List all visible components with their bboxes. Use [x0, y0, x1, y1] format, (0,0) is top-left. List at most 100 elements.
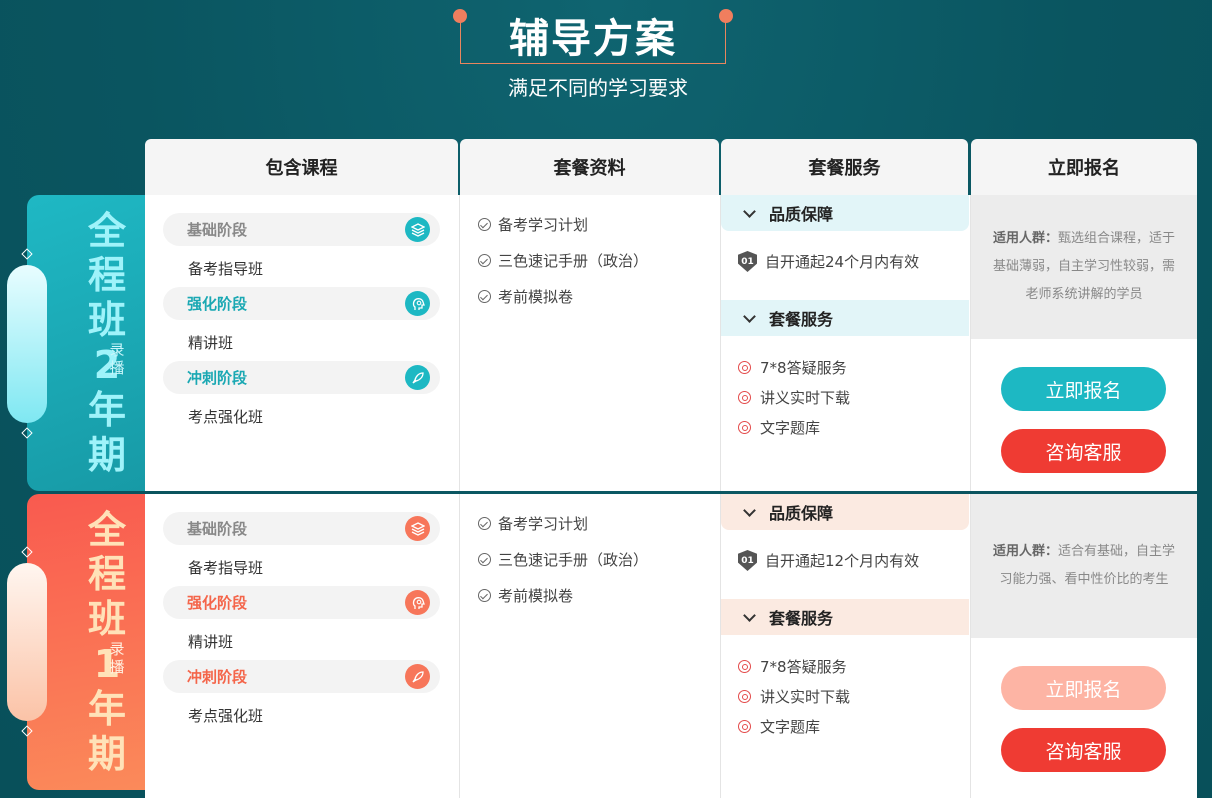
material-item: 备考学习计划 — [478, 513, 588, 534]
brain-icon — [405, 291, 430, 316]
stage-label: 强化阶段 — [187, 594, 248, 612]
chevron-down-icon — [743, 205, 756, 218]
section-title: 辅导方案 — [453, 0, 733, 66]
divider — [720, 494, 721, 798]
suitable-audience: 适用人群：适合有基础，自主学习能力强、看中性价比的考生 — [971, 494, 1197, 638]
title-text: 辅导方案 — [509, 16, 677, 62]
course-name: 精讲班 — [188, 334, 234, 352]
divider — [459, 494, 460, 798]
brain-icon — [405, 590, 430, 615]
material-item: 考前模拟卷 — [478, 286, 573, 307]
header-services: 套餐服务 — [721, 139, 968, 195]
suitable-label: 适用人群： — [992, 231, 1058, 246]
medal-icon — [738, 361, 751, 374]
shield-icon: 01 — [738, 550, 757, 571]
service-item: 文字题库 — [738, 417, 820, 438]
course-name: 精讲班 — [188, 633, 234, 651]
stage-label: 基础阶段 — [187, 520, 248, 538]
layers-icon — [405, 516, 430, 541]
material-item: 备考学习计划 — [478, 214, 588, 235]
service-item: 文字题库 — [738, 716, 820, 737]
header-materials: 套餐资料 — [460, 139, 719, 195]
material-item: 三色速记手册（政治） — [478, 549, 648, 570]
medal-icon — [738, 421, 751, 434]
divider — [720, 195, 721, 491]
service-header: 套餐服务 — [721, 300, 969, 336]
section-subtitle: 满足不同的学习要求 — [508, 76, 688, 100]
plan-pill-2 — [7, 563, 47, 721]
chevron-down-icon — [743, 310, 756, 323]
service-label: 7*8答疑服务 — [760, 658, 847, 676]
check-circle-icon — [478, 553, 491, 566]
course-name: 考点强化班 — [188, 707, 264, 725]
header-courses: 包含课程 — [145, 139, 458, 195]
material-label: 备考学习计划 — [498, 515, 589, 533]
rocket-icon — [405, 365, 430, 390]
stage-pill-sprint: 冲刺阶段 — [163, 361, 440, 394]
material-label: 考前模拟卷 — [498, 288, 574, 306]
material-label: 考前模拟卷 — [498, 587, 574, 605]
quality-header: 品质保障 — [721, 195, 969, 231]
service-label: 讲义实时下载 — [760, 389, 851, 407]
check-circle-icon — [478, 517, 491, 530]
stage-pill-basic: 基础阶段 — [163, 213, 440, 246]
stage-label: 基础阶段 — [187, 221, 248, 239]
plan-name-char: 班 — [87, 298, 126, 342]
chevron-down-icon — [743, 504, 756, 517]
stage-label: 冲刺阶段 — [187, 369, 248, 387]
plan-name-char: 程 — [87, 253, 126, 297]
suitable-audience: 适用人群：甄选组合课程，适于基础薄弱，自主学习性较弱，需老师系统讲解的学员 — [971, 195, 1197, 339]
enroll-button[interactable]: 立即报名 — [1001, 666, 1166, 710]
plan-name-char: 全 — [87, 209, 126, 253]
service-label: 文字题库 — [760, 419, 821, 437]
plan-mode-char: 录 — [109, 341, 125, 359]
stage-pill-sprint: 冲刺阶段 — [163, 660, 440, 693]
consult-button[interactable]: 咨询客服 — [1001, 429, 1166, 473]
plan-name-char: 期 — [87, 433, 126, 477]
course-name: 备考指导班 — [188, 260, 264, 278]
material-label: 三色速记手册（政治） — [498, 252, 649, 270]
plan-mode-char: 播 — [109, 359, 125, 377]
plan-name-char: 班 — [87, 597, 126, 641]
service-item: 7*8答疑服务 — [738, 357, 847, 378]
service-item: 7*8答疑服务 — [738, 656, 847, 677]
service-label: 文字题库 — [760, 718, 821, 736]
check-circle-icon — [478, 218, 491, 231]
check-circle-icon — [478, 290, 491, 303]
quality-title: 品质保障 — [769, 205, 834, 224]
medal-icon — [738, 660, 751, 673]
consult-button[interactable]: 咨询客服 — [1001, 728, 1166, 772]
service-item: 讲义实时下载 — [738, 387, 850, 408]
check-circle-icon — [478, 254, 491, 267]
stage-pill-basic: 基础阶段 — [163, 512, 440, 545]
plan-pill-1 — [7, 265, 47, 423]
service-title: 套餐服务 — [769, 609, 834, 628]
layers-icon — [405, 217, 430, 242]
material-item: 考前模拟卷 — [478, 585, 573, 606]
service-item: 讲义实时下载 — [738, 686, 850, 707]
stage-label: 冲刺阶段 — [187, 668, 248, 686]
enroll-button[interactable]: 立即报名 — [1001, 367, 1166, 411]
plan-mode-char: 录 — [109, 640, 125, 658]
suitable-label: 适用人群： — [992, 544, 1058, 559]
header-enroll: 立即报名 — [971, 139, 1197, 195]
stage-pill-advanced: 强化阶段 — [163, 586, 440, 619]
medal-icon — [738, 391, 751, 404]
rocket-icon — [405, 664, 430, 689]
validity-text: 自开通起24个月内有效 — [765, 253, 920, 271]
quality-header: 品质保障 — [721, 494, 969, 530]
service-header: 套餐服务 — [721, 599, 969, 635]
plan-mode-char: 播 — [109, 658, 125, 676]
service-label: 7*8答疑服务 — [760, 359, 847, 377]
plan-name-char: 年 — [87, 687, 126, 731]
plan-name-char: 期 — [87, 732, 126, 776]
course-name: 备考指导班 — [188, 559, 264, 577]
service-title: 套餐服务 — [769, 310, 834, 329]
validity: 01 自开通起24个月内有效 — [738, 251, 919, 272]
plan-name-char: 年 — [87, 388, 126, 432]
material-item: 三色速记手册（政治） — [478, 250, 648, 271]
medal-icon — [738, 720, 751, 733]
quality-title: 品质保障 — [769, 504, 834, 523]
chevron-down-icon — [743, 609, 756, 622]
material-label: 三色速记手册（政治） — [498, 551, 649, 569]
